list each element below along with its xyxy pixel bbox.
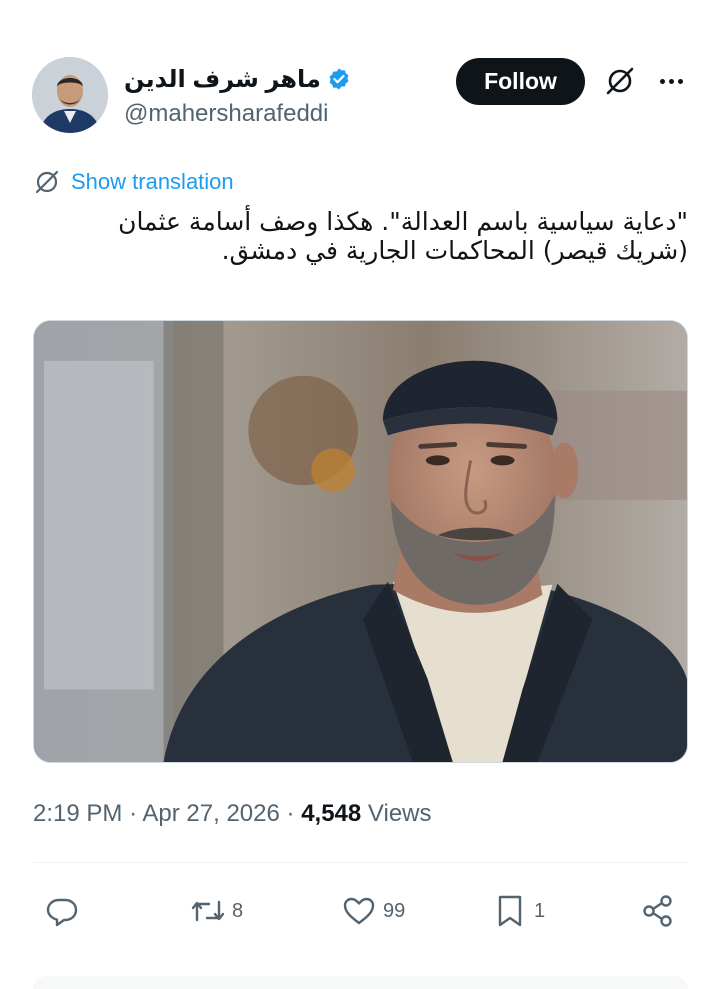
- show-translation-link[interactable]: Show translation: [71, 169, 234, 195]
- tweet-text-line: "دعاية سياسية باسم العدالة". هكذا وصف أس…: [118, 207, 688, 236]
- retweet-button[interactable]: 8: [190, 888, 243, 934]
- show-translation-row[interactable]: Show translation: [33, 168, 234, 196]
- retweet-count: 8: [232, 899, 244, 922]
- meta-separator: ·: [129, 800, 138, 827]
- tweet-actions-bar: 8 99 1: [0, 888, 720, 934]
- author-name-row[interactable]: ماهر شرف الدين: [124, 62, 351, 96]
- globe-icon: [35, 170, 59, 194]
- author-avatar[interactable]: [32, 57, 108, 133]
- views-label[interactable]: Views: [368, 800, 432, 827]
- views-count[interactable]: 4,548: [301, 800, 361, 827]
- tweet-meta: 2:19 PM · Apr 27, 2026 · 4,548 Views: [33, 800, 432, 828]
- meta-separator: ·: [286, 800, 295, 827]
- author-display-name[interactable]: ماهر شرف الدين: [124, 65, 321, 94]
- tweet-page: ماهر شرف الدين @mahersharafeddi Follow S…: [0, 0, 720, 989]
- reply-composer-card: [33, 976, 688, 989]
- like-button[interactable]: 99: [341, 888, 405, 934]
- author-handle[interactable]: @mahersharafeddi: [124, 100, 328, 128]
- share-button[interactable]: [640, 888, 682, 934]
- share-icon: [643, 895, 672, 927]
- follow-button[interactable]: Follow: [456, 58, 585, 105]
- tweet-text: "دعاية سياسية باسم العدالة". هكذا وصف أس…: [40, 207, 688, 265]
- reply-icon: [46, 898, 78, 927]
- more-options-icon[interactable]: [654, 64, 688, 98]
- retweet-icon: [191, 900, 225, 922]
- bookmark-icon: [498, 895, 522, 927]
- bookmark-button[interactable]: 1: [492, 888, 545, 934]
- like-count: 99: [383, 899, 406, 922]
- divider: [33, 862, 688, 863]
- tweet-media-image[interactable]: [33, 320, 688, 763]
- grok-icon[interactable]: [603, 64, 637, 98]
- reply-button[interactable]: [44, 888, 86, 934]
- bookmark-count: 1: [534, 899, 546, 922]
- tweet-date[interactable]: Apr 27, 2026: [142, 800, 279, 827]
- tweet-text-line: (شريك قيصر) المحاكمات الجارية في دمشق.: [221, 236, 688, 265]
- verified-badge-icon: [327, 67, 351, 91]
- heart-icon: [343, 897, 375, 925]
- tweet-time[interactable]: 2:19 PM: [33, 800, 122, 827]
